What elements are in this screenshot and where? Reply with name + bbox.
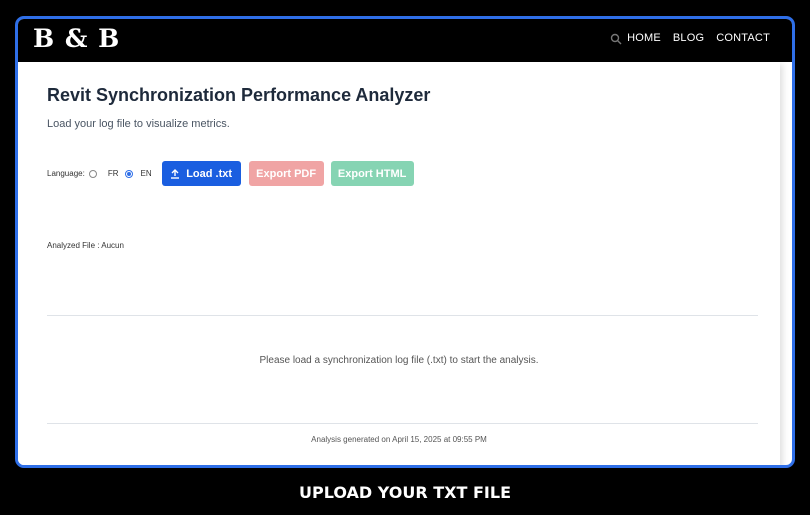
page-title: Revit Synchronization Performance Analyz…: [47, 85, 431, 105]
caption-text: UPLOAD YOUR TXT FILE: [299, 483, 511, 502]
top-navbar: B & B HOME BLOG CONTACT: [18, 19, 792, 62]
search-icon[interactable]: [610, 33, 622, 45]
main-nav: HOME BLOG CONTACT: [627, 32, 770, 44]
top-divider: [47, 315, 758, 316]
upload-icon: [171, 168, 180, 179]
nav-home-link[interactable]: HOME: [627, 32, 661, 44]
empty-state-message: Please load a synchronization log file (…: [259, 355, 539, 366]
language-option-en: EN: [140, 169, 152, 178]
load-txt-button[interactable]: Load .txt: [161, 161, 241, 186]
language-label: Language:: [47, 169, 85, 178]
app-window: B & B HOME BLOG CONTACT Revit Synchroniz…: [15, 16, 795, 468]
language-option-fr: FR: [107, 169, 119, 178]
analysis-timestamp: Analysis generated on April 15, 2025 at …: [311, 435, 487, 444]
load-txt-label: Load .txt: [186, 167, 233, 180]
analyzer-card: Revit Synchronization Performance Analyz…: [18, 62, 780, 465]
export-html-button[interactable]: Export HTML: [330, 161, 414, 186]
language-radio-en[interactable]: [124, 169, 133, 178]
analyzed-file-label: Analyzed File : Aucun: [47, 241, 124, 250]
bottom-divider: [47, 423, 758, 424]
export-pdf-button[interactable]: Export PDF: [248, 161, 324, 186]
language-radio-fr[interactable]: [88, 169, 97, 178]
controls-row: Language: FR EN Load .txt Export PDF Exp…: [47, 161, 414, 186]
logo[interactable]: B & B: [33, 24, 120, 53]
page-subtitle: Load your log file to visualize metrics.: [47, 118, 230, 130]
nav-contact-link[interactable]: CONTACT: [716, 32, 770, 44]
nav-blog-link[interactable]: BLOG: [673, 32, 704, 44]
